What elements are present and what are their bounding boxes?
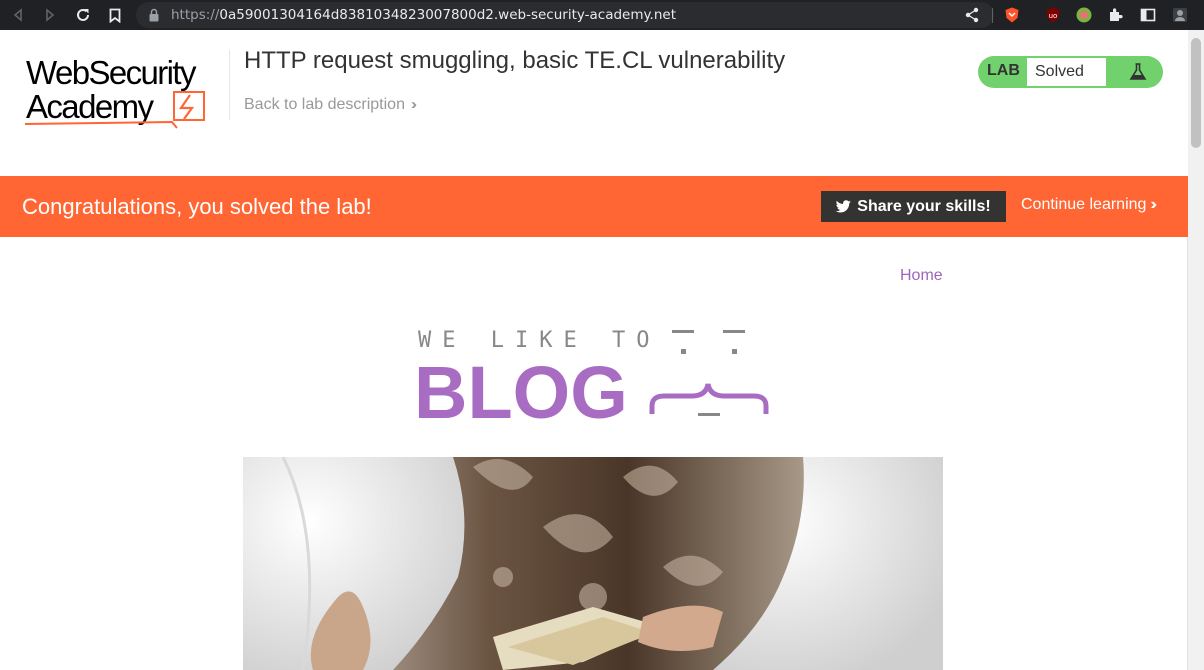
lab-status-widget: LAB Solved	[978, 56, 1163, 88]
lock-icon[interactable]	[149, 8, 159, 22]
lab-status-text: Solved	[1027, 58, 1106, 86]
toolbar-separator	[992, 8, 993, 23]
academy-header: WebSecurity Academy HTTP request smuggli…	[0, 30, 1188, 176]
share-icon[interactable]	[964, 7, 980, 23]
post-photo	[243, 457, 943, 670]
svg-text:WebSecurity: WebSecurity	[26, 54, 197, 91]
brave-shield-icon[interactable]	[1004, 7, 1020, 23]
home-link[interactable]: Home	[900, 267, 943, 285]
back-icon[interactable]	[6, 3, 30, 27]
svg-text:uo: uo	[1049, 12, 1058, 20]
share-skills-button[interactable]: Share your skills!	[821, 191, 1006, 222]
forward-icon[interactable]	[38, 3, 62, 27]
double-chevron-right-icon: ››	[1150, 196, 1156, 213]
lab-title: HTTP request smuggling, basic TE.CL vuln…	[244, 47, 786, 74]
solved-banner: Congratulations, you solved the lab! Sha…	[0, 176, 1188, 237]
extension-green-icon[interactable]	[1076, 7, 1092, 23]
browser-toolbar: https://0a59001304164d8381034823007800d2…	[0, 0, 1204, 30]
extensions-puzzle-icon[interactable]	[1108, 7, 1124, 23]
ublock-icon[interactable]: uo	[1045, 7, 1061, 23]
continue-learning-label: Continue learning	[1021, 196, 1147, 213]
we-like-to-blog-logo: WE LIKE TO BLOG	[414, 328, 769, 426]
svg-text:WE LIKE TO: WE LIKE TO	[418, 328, 660, 353]
address-bar[interactable]: https://0a59001304164d8381034823007800d2…	[136, 2, 994, 28]
back-to-lab-description-link[interactable]: Back to lab description ››	[244, 96, 417, 114]
double-chevron-right-icon: ››	[410, 96, 417, 113]
congratulations-message: Congratulations, you solved the lab!	[22, 194, 372, 219]
flask-icon	[1129, 63, 1147, 80]
profile-icon[interactable]	[1172, 7, 1188, 23]
reload-icon[interactable]	[71, 3, 95, 27]
logo-divider	[229, 50, 230, 120]
twitter-icon	[836, 200, 852, 213]
blog-post-image[interactable]	[243, 457, 943, 670]
scrollbar-thumb[interactable]	[1191, 38, 1201, 148]
web-security-academy-logo[interactable]: WebSecurity Academy	[22, 52, 226, 130]
sidebar-icon[interactable]	[1140, 7, 1156, 23]
bookmark-icon[interactable]	[103, 3, 127, 27]
continue-learning-link[interactable]: Continue learning ››	[1021, 196, 1157, 214]
back-link-label: Back to lab description	[244, 96, 405, 113]
url-text: https://0a59001304164d8381034823007800d2…	[171, 7, 677, 23]
page-scrollbar[interactable]	[1187, 30, 1204, 670]
svg-text:Academy: Academy	[26, 88, 154, 125]
svg-text:BLOG: BLOG	[414, 351, 628, 426]
share-skills-label: Share your skills!	[857, 197, 991, 215]
lab-label: LAB	[987, 62, 1020, 79]
